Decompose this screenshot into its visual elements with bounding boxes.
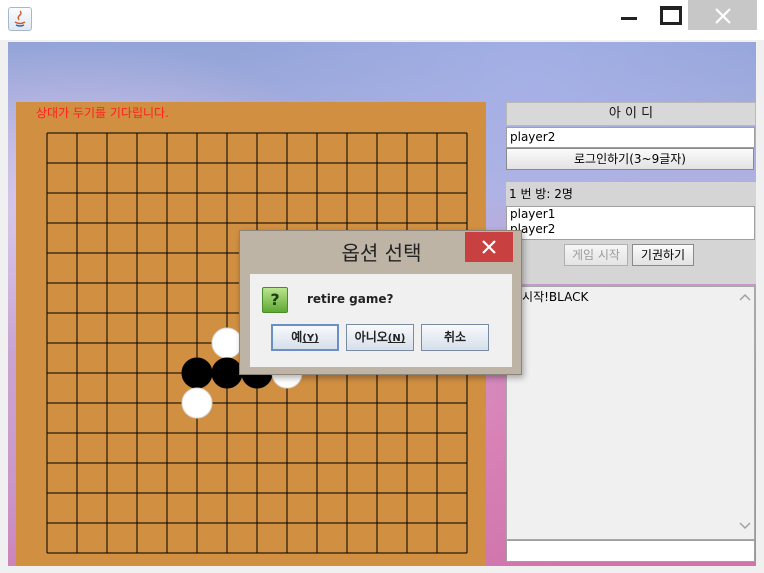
white-stone	[211, 327, 243, 359]
game-start-button[interactable]: 게임 시작	[564, 244, 628, 266]
maximize-button[interactable]	[650, 0, 690, 30]
yes-label: 예	[291, 330, 303, 344]
no-mnemonic: (N)	[387, 333, 406, 344]
user-list-item[interactable]: player1	[507, 207, 754, 222]
no-button[interactable]: 아니오(N)	[346, 324, 414, 351]
black-stone	[181, 357, 213, 389]
yes-mnemonic: (Y)	[302, 333, 319, 344]
scroll-up-icon[interactable]	[739, 293, 751, 301]
dialog-close-button[interactable]	[465, 232, 513, 262]
scroll-down-icon[interactable]	[739, 522, 751, 530]
option-dialog: 옵션 선택 ? retire game? 예(Y) 아니오(N) 취소	[239, 230, 522, 375]
question-icon: ?	[262, 287, 288, 313]
room-panel: 1 번 방: 2명 player1 player2 게임 시작 기권하기	[506, 182, 756, 284]
close-icon	[715, 8, 731, 24]
chat-scrollbar[interactable]	[736, 287, 754, 539]
dialog-body: ? retire game? 예(Y) 아니오(N) 취소	[250, 274, 512, 367]
side-panel: 아 이 디 player2 로그인하기(3~9글자) 1 번 방: 2명 pla…	[506, 102, 756, 566]
white-stone	[181, 387, 213, 419]
user-list-item[interactable]: player2	[507, 222, 754, 237]
turn-status: 상대가 두기를 기다립니다.	[36, 106, 169, 120]
forfeit-button[interactable]: 기권하기	[632, 244, 694, 266]
cancel-button[interactable]: 취소	[421, 324, 489, 351]
minimize-button[interactable]	[608, 0, 648, 30]
close-icon	[482, 240, 496, 254]
title-bar	[0, 0, 764, 40]
chat-log[interactable]: 임시작!BLACK	[506, 286, 755, 540]
black-stone	[211, 357, 243, 389]
java-icon[interactable]	[8, 7, 32, 31]
id-label: 아 이 디	[506, 102, 756, 126]
login-button[interactable]: 로그인하기(3~9글자)	[506, 148, 754, 170]
dialog-message: retire game?	[307, 292, 394, 306]
close-window-button[interactable]	[688, 0, 757, 30]
yes-button[interactable]: 예(Y)	[271, 324, 339, 351]
chat-log-text: 임시작!BLACK	[511, 290, 589, 304]
no-label: 아니오	[354, 330, 388, 344]
user-list[interactable]: player1 player2	[506, 206, 755, 240]
chat-input[interactable]	[506, 540, 755, 562]
id-input[interactable]: player2	[506, 127, 755, 148]
room-label: 1 번 방: 2명	[509, 187, 573, 201]
